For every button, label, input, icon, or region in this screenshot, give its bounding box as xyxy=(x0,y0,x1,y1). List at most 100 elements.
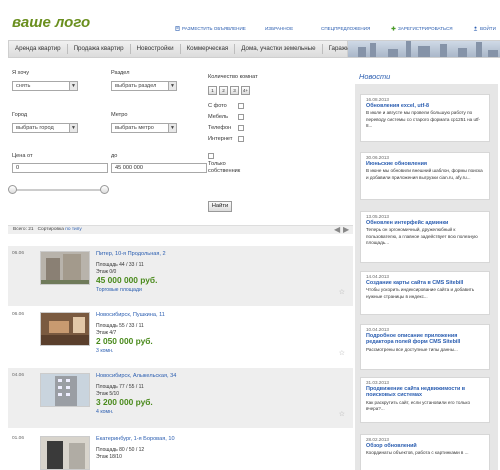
listing-area: Площадь 44 / 33 / 11 xyxy=(96,262,144,268)
top-links: РАЗМЕСТИТЬ ОБЪЯВЛЕНИЕ ИЗБРАННОЕ СПЕЦПРЕД… xyxy=(175,26,496,34)
rooms-1-button[interactable]: 1 xyxy=(208,86,217,95)
city-select[interactable]: выбрать город ▼ xyxy=(12,123,78,133)
news-title-link[interactable]: Июньские обновления xyxy=(366,161,484,167)
news-item: 28.02.2013 Обзор обновлений Координаты о… xyxy=(360,434,490,470)
listing-area: Площадь 80 / 50 / 12 xyxy=(96,447,145,453)
rooms-label: Количество комнат xyxy=(208,74,258,80)
price-slider-track[interactable] xyxy=(12,189,108,191)
news-title-link[interactable]: Обновлен интерфейс админки xyxy=(366,220,484,226)
news-title-link[interactable]: Продвижение сайта недвижимости в поисков… xyxy=(366,386,484,399)
nav-rent-apartments[interactable]: Аренда квартир xyxy=(9,44,68,54)
listing-title-link[interactable]: Екатеринбург, 1-я Боровая, 10 xyxy=(96,436,175,442)
listing-photo[interactable] xyxy=(40,312,90,346)
prev-page-arrow-icon[interactable]: ◀ xyxy=(334,226,340,234)
nav-new-buildings[interactable]: Новостройки xyxy=(131,44,181,54)
news-item: 10.04.2013 Подробное описание приложения… xyxy=(360,324,490,370)
nav-houses-land[interactable]: Дома, участки земельные xyxy=(235,44,323,54)
sort-label: Сортировка xyxy=(37,227,64,232)
favorites-label: ИЗБРАННОЕ xyxy=(265,26,294,31)
city-select-value: выбрать город xyxy=(16,125,54,131)
chevron-down-icon: ▼ xyxy=(168,82,176,90)
news-text: Теперь он эргономичный, дружелюбный к по… xyxy=(366,227,478,245)
listing-item[interactable]: 06.06 Питер, 10-я Продольная, 2 Площадь … xyxy=(8,246,353,306)
price-to-label: до xyxy=(111,153,118,159)
listing-title-link[interactable]: Новосибирск, Алыкельская, 34 xyxy=(96,373,176,379)
owner-only-checkbox[interactable] xyxy=(208,153,214,159)
furniture-checkbox[interactable] xyxy=(238,114,244,120)
internet-checkbox[interactable] xyxy=(238,136,244,142)
news-item: 14.04.2013 Создание карты сайта в CMS Si… xyxy=(360,271,490,315)
header: ваше лого РАЗМЕСТИТЬ ОБЪЯВЛЕНИЕ ИЗБРАННО… xyxy=(0,0,500,38)
listing-area: Площадь 55 / 33 / 11 xyxy=(96,323,144,329)
total-count: Всего: 21 xyxy=(13,227,34,232)
listing-photo[interactable] xyxy=(40,373,90,407)
listing-category-link[interactable]: Торговые площади xyxy=(96,287,142,293)
city-label: Город xyxy=(12,112,28,118)
news-item: 31.03.2013 Продвижение сайта недвижимост… xyxy=(360,377,490,423)
listing-category-link[interactable]: 3 комн. xyxy=(96,348,113,354)
listing-title-link[interactable]: Питер, 10-я Продольная, 2 xyxy=(96,251,166,257)
internet-checkbox-label: Интернет xyxy=(208,136,233,142)
news-text: Как раскрутить сайт, если установили его… xyxy=(366,399,471,412)
news-title-link[interactable]: Создание карты сайта в CMS Sitebill xyxy=(366,280,484,286)
listing-date: 06.06 xyxy=(12,312,25,317)
rooms-3-button[interactable]: 3 xyxy=(230,86,239,95)
listing-floor: Этаж 18/10 xyxy=(96,454,122,460)
document-icon xyxy=(175,26,180,31)
listing-price: 2 050 000 руб. xyxy=(96,336,153,346)
site-logo[interactable]: ваше лого xyxy=(12,14,90,31)
nav-commercial[interactable]: Коммерческая xyxy=(181,44,236,54)
register-link[interactable]: ЗАРЕГИСТРИРОВАТЬСЯ xyxy=(391,26,453,31)
main-nav: Аренда квартир Продажа квартир Новострой… xyxy=(8,40,349,58)
post-ad-label: РАЗМЕСТИТЬ ОБЪЯВЛЕНИЕ xyxy=(182,26,246,31)
want-select[interactable]: снять ▼ xyxy=(12,81,78,91)
phone-checkbox-label: Телефон xyxy=(208,125,232,131)
section-label: Раздел xyxy=(111,70,130,76)
news-item: 13.05.2013 Обновлен интерфейс админки Те… xyxy=(360,211,490,263)
listing-price: 45 000 000 руб. xyxy=(96,275,158,285)
price-slider-min-handle[interactable] xyxy=(8,185,17,194)
nav-sale-apartments[interactable]: Продажа квартир xyxy=(68,44,131,54)
metro-select[interactable]: выбрать метро ▼ xyxy=(111,123,177,133)
price-from-input[interactable]: 0 xyxy=(12,163,108,173)
listing-photo[interactable] xyxy=(40,436,90,470)
login-link[interactable]: ВОЙТИ xyxy=(473,26,496,31)
listing-date: 01.06 xyxy=(12,436,25,441)
listing-photo[interactable] xyxy=(40,251,90,285)
rooms-2-button[interactable]: 2 xyxy=(219,86,228,95)
news-title-link[interactable]: Обзор обновлений xyxy=(366,443,484,449)
favorite-star-icon[interactable]: ☆ xyxy=(339,410,345,418)
rooms-4-plus-button[interactable]: 4+ xyxy=(241,86,250,95)
register-label: ЗАРЕГИСТРИРОВАТЬСЯ xyxy=(398,26,453,31)
favorite-star-icon[interactable]: ☆ xyxy=(339,349,345,357)
news-title-link[interactable]: Обновления excel, utf-8 xyxy=(366,103,484,109)
sort-by-type-link[interactable]: по типу xyxy=(65,227,81,232)
listing-item[interactable]: 06.06 Новосибирск, Пушкина, 11 Площадь 5… xyxy=(8,307,353,367)
listing-date: 04.06 xyxy=(12,373,25,378)
favorite-star-icon[interactable]: ☆ xyxy=(339,288,345,296)
listing-area: Площадь 77 / 55 / 11 xyxy=(96,384,144,390)
price-to-input[interactable]: 45 000 000 xyxy=(111,163,207,173)
furniture-checkbox-label: Мебель xyxy=(208,114,229,120)
want-select-value: снять xyxy=(16,83,31,89)
listing-title-link[interactable]: Новосибирск, Пушкина, 11 xyxy=(96,312,165,318)
listing-category-link[interactable]: 4 комн. xyxy=(96,409,113,415)
owner-only-label-1: Только xyxy=(208,161,226,167)
post-ad-link[interactable]: РАЗМЕСТИТЬ ОБЪЯВЛЕНИЕ xyxy=(175,26,246,31)
listing-date: 06.06 xyxy=(12,251,25,256)
chevron-down-icon: ▼ xyxy=(69,82,77,90)
price-slider-max-handle[interactable] xyxy=(100,185,109,194)
photo-checkbox[interactable] xyxy=(238,103,244,109)
news-sidebar: 16.08.2013 Обновления excel, utf-8 В июл… xyxy=(355,84,498,470)
news-title-link[interactable]: Подробное описание приложения редактора … xyxy=(366,333,484,346)
special-offers-link[interactable]: СПЕЦПРЕДЛОЖЕНИЯ xyxy=(321,26,370,31)
favorites-link[interactable]: ИЗБРАННОЕ xyxy=(265,26,293,31)
find-button[interactable]: Найти xyxy=(208,201,232,212)
chevron-down-icon: ▼ xyxy=(168,124,176,132)
chevron-down-icon: ▼ xyxy=(69,124,77,132)
phone-checkbox[interactable] xyxy=(238,125,244,131)
listing-item[interactable]: 04.06 Новосибирск, Алыкельская, 34 Площа… xyxy=(8,368,353,428)
section-select[interactable]: выбрать раздел ▼ xyxy=(111,81,177,91)
next-page-arrow-icon[interactable]: ▶ xyxy=(343,226,349,234)
listing-item[interactable]: 01.06 Екатеринбург, 1-я Боровая, 10 Площ… xyxy=(8,431,353,470)
